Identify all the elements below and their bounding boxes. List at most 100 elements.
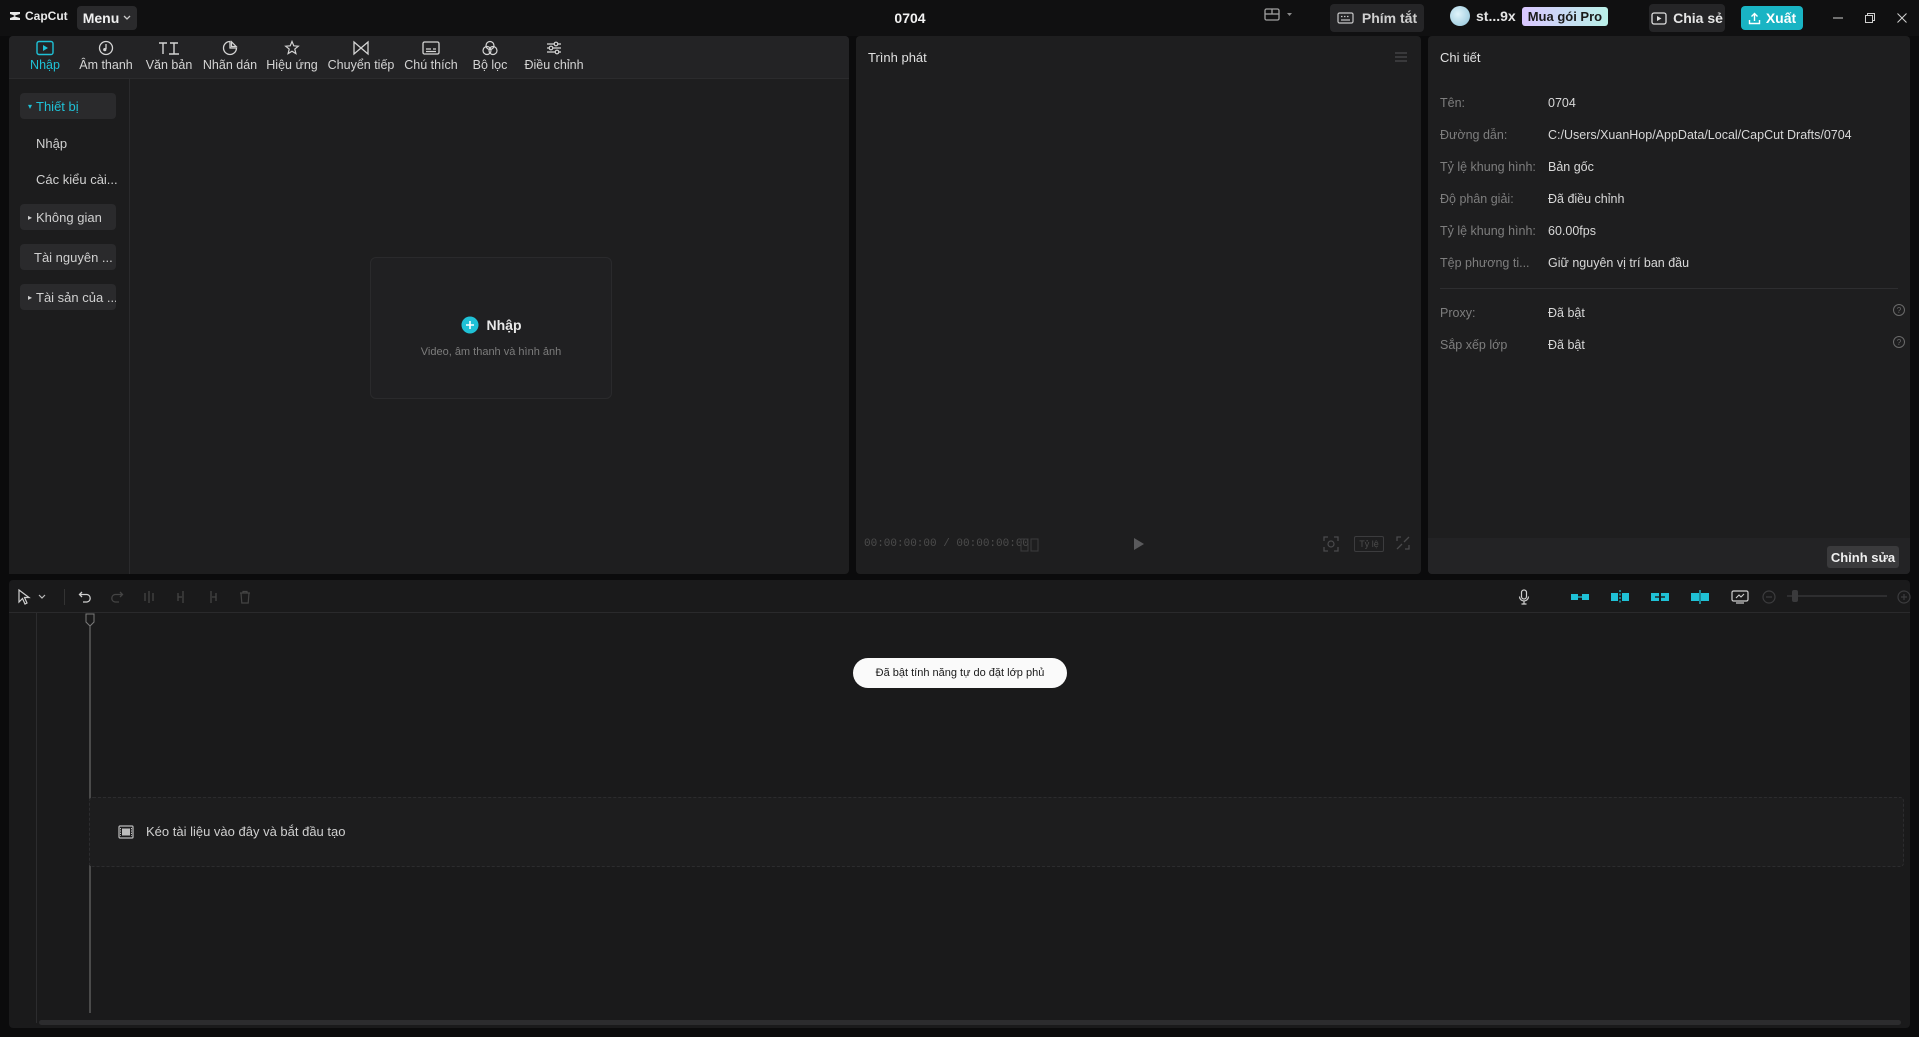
layout-switcher[interactable] <box>1264 8 1293 21</box>
screen-icon <box>1731 590 1749 604</box>
sticker-icon <box>222 40 238 56</box>
info-icon[interactable]: ? <box>1893 304 1905 316</box>
import-title: Nhập <box>486 317 522 333</box>
sidebar-item-device-label: Thiết bị <box>36 98 79 114</box>
fullscreen-icon <box>1396 536 1410 550</box>
undo-button[interactable] <box>76 588 94 606</box>
sidebar-item-resources[interactable]: Tài nguyên ... <box>20 244 116 270</box>
keyboard-icon <box>1337 12 1354 24</box>
player-menu-button[interactable] <box>1394 52 1408 62</box>
caption-icon <box>422 41 440 55</box>
sidebar-item-device[interactable]: ▾ Thiết bị <box>20 93 116 119</box>
sidebar-item-styles[interactable]: Các kiểu cài... <box>36 172 118 187</box>
details-footer: Chỉnh sửa <box>1428 538 1910 574</box>
timeline-grid-button[interactable] <box>1020 538 1040 552</box>
tab-audio[interactable]: Âm thanh <box>69 40 143 72</box>
import-dropzone[interactable]: Nhập Video, âm thanh và hình ảnh <box>370 257 612 399</box>
detail-label-framerate: Tỷ lệ khung hình: <box>1440 224 1536 238</box>
layout-icon <box>1264 8 1280 21</box>
detail-value-proxy: Đã bật <box>1548 306 1585 320</box>
play-button[interactable] <box>1133 537 1145 551</box>
caret-right-icon: ▸ <box>28 292 33 302</box>
import-button[interactable]: Nhập <box>371 316 611 334</box>
zoom-slider-thumb[interactable] <box>1792 590 1798 602</box>
menu-button-label: Menu <box>82 10 120 26</box>
zoom-slider-track[interactable] <box>1787 595 1887 597</box>
tab-audio-label: Âm thanh <box>79 58 133 72</box>
aspect-ratio-button[interactable]: Tỷ lệ <box>1354 536 1384 552</box>
tab-caption[interactable]: Chú thích <box>397 40 465 72</box>
preview-axis-icon <box>1691 590 1709 604</box>
tab-filter-label: Bộ lọc <box>472 58 508 72</box>
sidebar-item-assets-label: Tài sản của ... <box>36 289 116 305</box>
auto-snap-button[interactable] <box>1609 588 1631 606</box>
zoom-fit-button[interactable] <box>1323 536 1339 552</box>
zoom-out-button[interactable] <box>1760 588 1778 606</box>
detail-value-media: Giữ nguyên vị trí ban đầu <box>1548 256 1690 270</box>
plus-circle-icon <box>461 316 478 334</box>
preview-axis-button[interactable] <box>1689 588 1711 606</box>
timeline-dropzone[interactable]: Kéo tài liệu vào đây và bắt đầu tạo <box>89 797 1904 867</box>
restore-button[interactable] <box>1860 8 1880 28</box>
tab-caption-label: Chú thích <box>404 58 458 72</box>
tab-sticker[interactable]: Nhãn dán <box>197 40 263 72</box>
tab-text[interactable]: Văn bản <box>141 40 197 72</box>
media-panel: Nhập Âm thanh Văn bản Nhãn dán Hiệu ứng … <box>9 36 849 574</box>
timeline-panel: Đã bật tính năng tự do đặt lớp phủ Kéo t… <box>9 580 1913 1028</box>
info-icon[interactable]: ? <box>1893 336 1905 348</box>
sidebar-item-import[interactable]: Nhập <box>36 136 67 151</box>
undo-icon <box>78 591 91 603</box>
detail-value-resolution: Đã điều chỉnh <box>1548 192 1625 206</box>
minimize-icon <box>1833 17 1843 19</box>
capcut-logo-icon <box>10 12 20 20</box>
redo-button[interactable] <box>108 588 126 606</box>
menu-button[interactable]: Menu <box>77 6 137 30</box>
minimize-button[interactable] <box>1828 8 1848 28</box>
tab-filter[interactable]: Bộ lọc <box>465 40 515 72</box>
details-title: Chi tiết <box>1440 50 1481 65</box>
split-button[interactable] <box>140 588 158 606</box>
dropzone-hint: Kéo tài liệu vào đây và bắt đầu tạo <box>118 824 345 839</box>
snap-icon <box>1611 590 1629 604</box>
sidebar-item-assets[interactable]: ▸ Tài sản của ... <box>20 284 116 310</box>
title-bar: CapCut Menu 0704 Phím tắt st...9x Mua gó… <box>0 0 1919 36</box>
timeline-scrollbar[interactable] <box>39 1020 1901 1025</box>
split-left-button[interactable] <box>172 588 190 606</box>
export-button[interactable]: Xuất <box>1741 6 1803 30</box>
user-area[interactable]: st...9x Mua gói Pro <box>1450 6 1609 26</box>
audio-icon <box>98 40 114 56</box>
timeline-toolbar <box>9 580 1913 613</box>
record-audio-button[interactable] <box>1515 588 1533 606</box>
user-name[interactable]: st...9x <box>1476 8 1516 24</box>
tab-effects[interactable]: Hiệu ứng <box>261 40 323 72</box>
detail-value-name: 0704 <box>1548 96 1576 110</box>
select-tool-button[interactable] <box>15 588 33 606</box>
detail-label-name: Tên: <box>1440 96 1466 110</box>
share-button[interactable]: Chia sẻ <box>1649 4 1725 32</box>
edit-button[interactable]: Chỉnh sửa <box>1827 546 1899 568</box>
text-icon <box>159 42 179 55</box>
delete-button[interactable] <box>236 588 254 606</box>
sidebar-item-space[interactable]: ▸ Không gian <box>20 204 116 230</box>
tab-transition[interactable]: Chuyển tiếp <box>322 40 400 72</box>
select-tool-dropdown[interactable] <box>37 588 47 606</box>
zoom-in-button[interactable] <box>1895 588 1913 606</box>
split-right-icon <box>210 591 217 603</box>
film-icon <box>118 824 134 839</box>
buy-pro-button[interactable]: Mua gói Pro <box>1521 6 1609 26</box>
shortcuts-label: Phím tắt <box>1361 10 1418 26</box>
avatar[interactable] <box>1450 6 1470 26</box>
filter-icon <box>482 40 498 56</box>
main-track-magnet-button[interactable] <box>1569 588 1591 606</box>
timecode: 00:00:00:00 / 00:00:00:00 <box>864 538 1030 550</box>
fullscreen-button[interactable] <box>1396 536 1410 550</box>
tab-adjust[interactable]: Điều chỉnh <box>517 40 591 72</box>
shortcuts-button[interactable]: Phím tắt <box>1330 4 1424 32</box>
media-toolbar: Nhập Âm thanh Văn bản Nhãn dán Hiệu ứng … <box>9 36 849 79</box>
split-right-button[interactable] <box>204 588 222 606</box>
restore-icon <box>1865 13 1875 23</box>
cover-button[interactable] <box>1729 588 1751 606</box>
tab-import[interactable]: Nhập <box>19 40 71 72</box>
linkage-button[interactable] <box>1649 588 1671 606</box>
close-button[interactable] <box>1892 8 1912 28</box>
